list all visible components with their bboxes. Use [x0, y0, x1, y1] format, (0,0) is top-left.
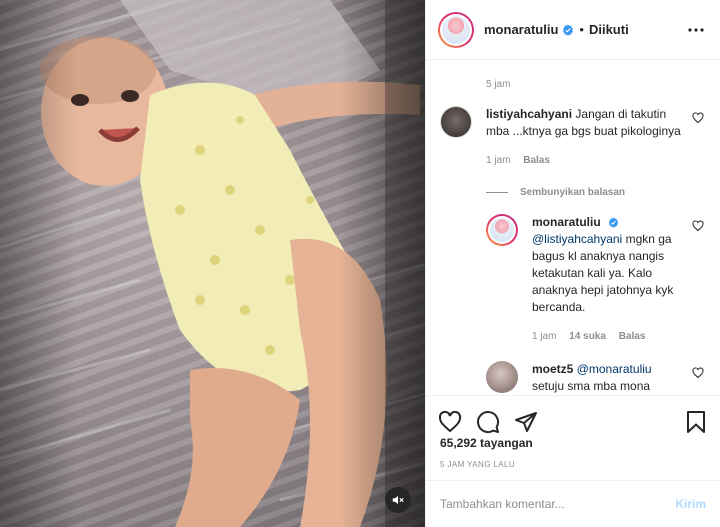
reply-button[interactable]: Balas — [619, 331, 646, 342]
more-options-icon — [688, 27, 704, 32]
mute-button[interactable] — [385, 487, 411, 513]
reply-button[interactable]: Balas — [523, 155, 550, 166]
comment-item: listiyahcahyani Jangan di takutin mba ..… — [440, 106, 706, 169]
views-count[interactable]: 65,292 tayangan — [440, 436, 533, 450]
post-header: monaratuliu • Diikuti — [426, 0, 720, 60]
heart-icon[interactable] — [692, 220, 704, 232]
more-options-button[interactable] — [684, 18, 708, 42]
views-label: tayangan — [480, 436, 533, 450]
comment-input[interactable] — [440, 497, 676, 511]
reply-item: moetz5 @monaratuliu setuju sma mba mona — [486, 361, 706, 394]
reply-avatar[interactable] — [486, 361, 518, 393]
author-username[interactable]: monaratuliu — [484, 22, 558, 37]
comment-username[interactable]: listiyahcahyani — [486, 107, 572, 121]
follow-status-button[interactable]: Diikuti — [589, 22, 629, 37]
reply-item: monaratuliu @listiyahcahyani mgkn ga bag… — [486, 214, 706, 345]
bookmark-icon[interactable] — [684, 410, 708, 434]
post-video[interactable] — [0, 0, 425, 527]
reply-meta: 1 jam 14 suka Balas — [532, 328, 682, 345]
reply-likes[interactable]: 14 suka — [569, 331, 606, 342]
reply-mention[interactable]: @monaratuliu — [577, 362, 652, 376]
previous-comment-time: 5 jam — [486, 79, 511, 90]
heart-icon[interactable] — [438, 410, 462, 434]
commenter-avatar[interactable] — [440, 106, 472, 138]
heart-icon[interactable] — [692, 367, 704, 379]
hide-replies-button[interactable]: Sembunyikan balasan — [486, 187, 706, 198]
reply-username[interactable]: moetz5 — [532, 362, 573, 376]
speaker-muted-icon — [392, 495, 404, 505]
verified-badge-icon — [563, 24, 574, 36]
reply-avatar[interactable] — [486, 214, 518, 246]
divider-line — [486, 192, 508, 193]
reply-text: setuju sma mba mona — [532, 379, 651, 393]
comment-meta: 1 jam Balas — [486, 152, 682, 169]
views-number: 65,292 — [440, 436, 477, 450]
reply-mention[interactable]: @listiyahcahyani — [532, 232, 622, 246]
vignette — [0, 0, 425, 527]
verified-badge-icon — [608, 217, 619, 229]
separator-dot: • — [579, 22, 584, 37]
reply-time[interactable]: 1 jam — [532, 331, 556, 342]
reply-username[interactable]: monaratuliu — [532, 215, 601, 229]
action-bar — [426, 395, 720, 439]
post-sidebar: monaratuliu • Diikuti 5 jam listiyahcahy… — [425, 0, 720, 527]
heart-icon[interactable] — [692, 112, 704, 124]
comment-icon[interactable] — [476, 410, 500, 434]
author-avatar[interactable] — [438, 11, 474, 48]
comments-list[interactable]: 5 jam listiyahcahyani Jangan di takutin … — [426, 61, 720, 394]
post-comment-button[interactable]: Kirim — [675, 497, 706, 511]
comment-composer: Kirim — [426, 480, 720, 527]
share-icon[interactable] — [514, 410, 538, 434]
hide-replies-label: Sembunyikan balasan — [520, 187, 626, 198]
posted-time[interactable]: 5 JAM YANG LALU — [440, 460, 515, 469]
comment-time[interactable]: 1 jam — [486, 155, 510, 166]
